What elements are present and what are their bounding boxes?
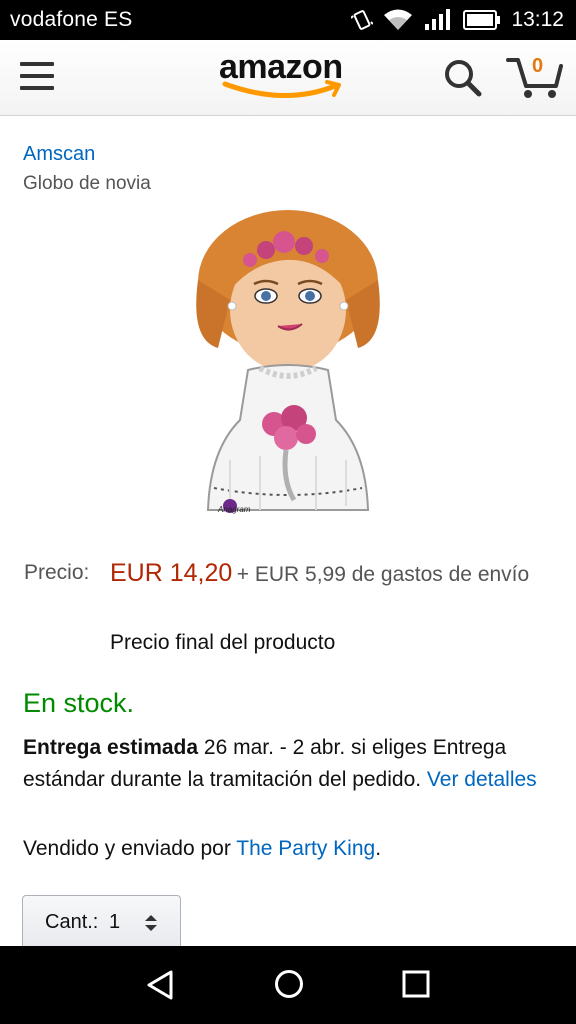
price-value: EUR 14,20 [110,559,233,587]
updown-arrows-icon [145,915,157,931]
details-link[interactable]: Ver detalles [427,768,537,791]
price-block: EUR 14,20 + EUR 5,99 de gastos de envío [110,557,550,593]
navigation-bar [0,946,576,1024]
carrier-name: vodafone ES [10,8,133,31]
search-icon[interactable] [442,57,484,99]
delivery-label: Entrega estimada [23,736,199,759]
cart-count-badge: 0 [532,55,544,77]
seller-info: Vendido y enviado por The Party King. [23,837,381,861]
logo-smile-icon [222,80,341,99]
stock-status: En stock. [23,688,135,718]
brand-link[interactable]: Amscan [23,143,95,166]
status-time: 13:12 [511,8,564,31]
wifi-icon [384,9,413,30]
cart-button[interactable]: 0 [506,54,564,100]
seller-suffix: . [375,837,382,860]
price-label: Precio: [24,561,90,584]
seller-prefix: Vendido y enviado por [23,837,237,860]
price-final-note: Precio final del producto [110,631,336,654]
shipping-cost: + EUR 5,99 de gastos de envío [236,563,530,586]
product-title: Globo de novia [23,173,151,194]
menu-icon[interactable] [20,62,56,92]
battery-icon [463,10,501,30]
back-icon[interactable] [143,968,177,1002]
app-header: amazon 0 [0,40,576,116]
quantity-select[interactable]: Cant.: 1 [22,895,181,951]
quantity-value: 1 [109,911,121,933]
signal-icon [425,9,451,30]
status-icons: 13:12 [351,7,564,33]
quantity-label: Cant.: [45,911,99,933]
maker-label: Anagram [217,505,251,514]
seller-link[interactable]: The Party King [236,837,375,860]
recent-apps-icon[interactable] [402,970,430,998]
amazon-logo[interactable]: amazon [215,48,361,104]
status-bar: vodafone ES 13:12 [0,0,576,40]
delivery-info: Entrega estimada 26 mar. - 2 abr. si eli… [23,732,563,796]
home-icon[interactable] [273,968,305,1000]
product-image[interactable]: Anagram [190,210,386,528]
vibrate-icon [351,10,374,30]
